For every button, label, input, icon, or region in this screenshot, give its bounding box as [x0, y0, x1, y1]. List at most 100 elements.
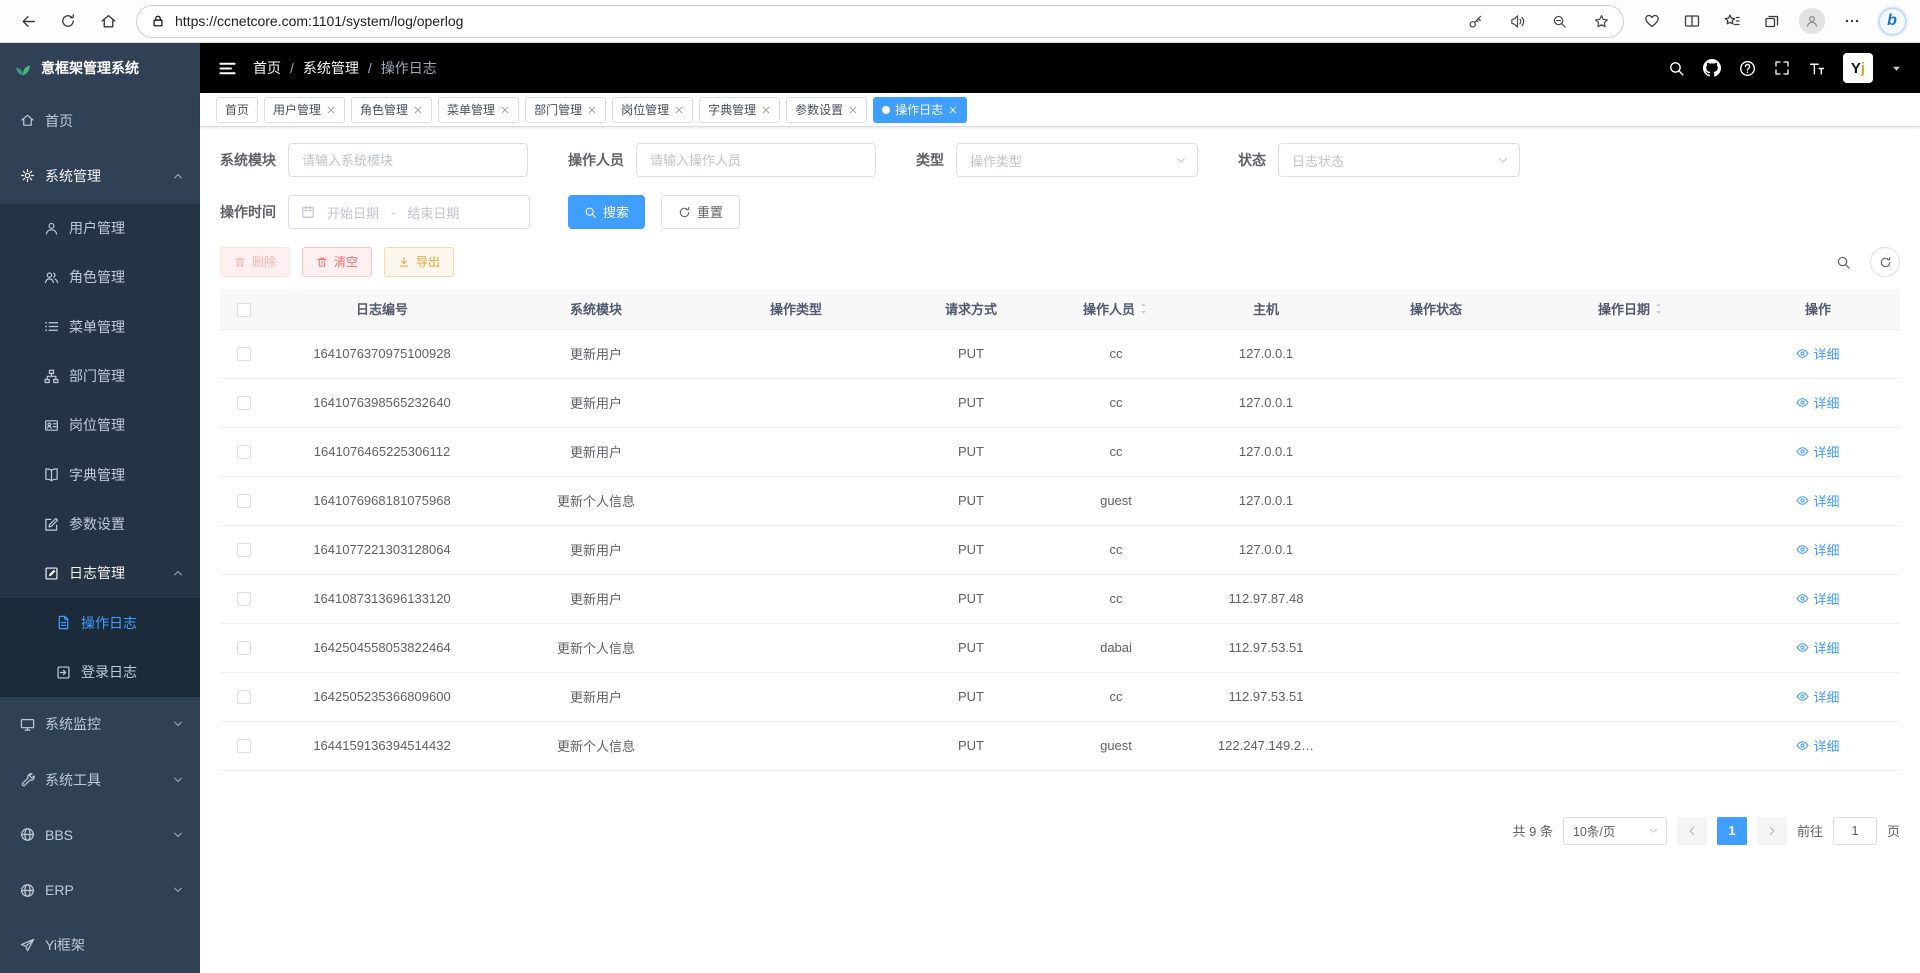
browser-profile-button[interactable]: [1794, 4, 1830, 38]
close-icon[interactable]: [326, 105, 336, 115]
help-button[interactable]: [1739, 60, 1756, 77]
close-icon[interactable]: [948, 105, 958, 115]
page-number-button[interactable]: 1: [1717, 817, 1747, 845]
sidebar-item-dict-mgmt[interactable]: 字典管理: [0, 450, 200, 499]
module-filter-input[interactable]: [288, 143, 528, 177]
tab-label: 部门管理: [534, 101, 582, 118]
sidebar-item-login-log[interactable]: 登录日志: [0, 647, 200, 696]
status-select[interactable]: 日志状态: [1278, 143, 1520, 177]
close-icon[interactable]: [674, 105, 684, 115]
collections-button[interactable]: [1754, 4, 1790, 38]
search-button[interactable]: 搜索: [568, 195, 645, 229]
date-range-picker[interactable]: 开始日期 - 结束日期: [288, 195, 530, 229]
reset-button[interactable]: 重置: [661, 195, 740, 229]
table-search-toggle-button[interactable]: [1828, 247, 1858, 277]
detail-link[interactable]: 详细: [1796, 442, 1839, 461]
prev-page-button[interactable]: [1677, 817, 1707, 845]
sidebar-item-dept-mgmt[interactable]: 部门管理: [0, 351, 200, 400]
browser-settings-button[interactable]: [1834, 4, 1870, 38]
tab-role-mgmt[interactable]: 角色管理: [351, 97, 432, 123]
clear-button[interactable]: 清空: [302, 247, 372, 277]
tab-oper-log[interactable]: 操作日志: [873, 97, 967, 123]
close-icon[interactable]: [848, 105, 858, 115]
detail-link[interactable]: 详细: [1796, 589, 1839, 608]
favorites-bar-button[interactable]: [1714, 4, 1750, 38]
detail-link[interactable]: 详细: [1796, 638, 1839, 657]
sidebar-item-user-mgmt[interactable]: 用户管理: [0, 204, 200, 253]
type-select[interactable]: 操作类型: [956, 143, 1198, 177]
sidebar-toggle-button[interactable]: [218, 59, 237, 78]
row-checkbox[interactable]: [237, 494, 251, 508]
browser-back-button[interactable]: [10, 4, 46, 38]
sidebar-item-system-tools[interactable]: 系统工具: [0, 752, 200, 807]
tab-dict-mgmt[interactable]: 字典管理: [699, 97, 780, 123]
breadcrumb-system-mgmt[interactable]: 系统管理: [303, 58, 359, 78]
detail-link[interactable]: 详细: [1796, 736, 1839, 755]
tab-dept-mgmt[interactable]: 部门管理: [525, 97, 606, 123]
sidebar-item-system-monitor[interactable]: 系统监控: [0, 697, 200, 752]
sidebar-item-system-mgmt[interactable]: 系统管理: [0, 148, 200, 203]
page-size-select[interactable]: 10条/页: [1563, 817, 1667, 845]
row-checkbox[interactable]: [237, 592, 251, 606]
address-bar[interactable]: https://ccnetcore.com:1101/system/log/op…: [136, 5, 1624, 38]
next-page-button[interactable]: [1757, 817, 1787, 845]
fullscreen-button[interactable]: [1774, 60, 1790, 76]
user-menu-caret-icon[interactable]: [1891, 63, 1902, 74]
row-checkbox[interactable]: [237, 347, 251, 361]
sort-caret-icon[interactable]: [1653, 302, 1664, 315]
user-avatar-button[interactable]: Yj: [1843, 53, 1873, 83]
detail-link[interactable]: 详细: [1796, 344, 1839, 363]
tab-home[interactable]: 首页: [216, 97, 258, 123]
row-checkbox[interactable]: [237, 739, 251, 753]
row-checkbox[interactable]: [237, 690, 251, 704]
goto-page-input[interactable]: [1833, 817, 1877, 845]
col-operator[interactable]: 操作人员: [1046, 289, 1186, 329]
tab-menu-mgmt[interactable]: 菜单管理: [438, 97, 519, 123]
detail-link[interactable]: 详细: [1796, 540, 1839, 559]
tab-post-mgmt[interactable]: 岗位管理: [612, 97, 693, 123]
table-refresh-button[interactable]: [1870, 247, 1900, 277]
detail-link[interactable]: 详细: [1796, 491, 1839, 510]
zoom-button[interactable]: [1543, 7, 1575, 35]
select-all-checkbox[interactable]: [237, 303, 251, 317]
row-checkbox[interactable]: [237, 396, 251, 410]
split-screen-button[interactable]: [1674, 4, 1710, 38]
browser-home-button[interactable]: [90, 4, 126, 38]
password-key-button[interactable]: [1459, 7, 1491, 35]
sidebar-item-yi-framework[interactable]: Yi框架: [0, 918, 200, 973]
tab-param-settings[interactable]: 参数设置: [786, 97, 867, 123]
delete-button[interactable]: 删除: [220, 247, 290, 277]
github-link-button[interactable]: [1703, 59, 1721, 77]
close-icon[interactable]: [500, 105, 510, 115]
export-button[interactable]: 导出: [384, 247, 454, 277]
sidebar-item-erp[interactable]: ERP: [0, 863, 200, 918]
browser-refresh-button[interactable]: [50, 4, 86, 38]
sidebar-item-log-mgmt[interactable]: 日志管理: [0, 549, 200, 598]
add-favorite-button[interactable]: [1585, 7, 1617, 35]
browser-essentials-button[interactable]: [1634, 4, 1670, 38]
sidebar-item-role-mgmt[interactable]: 角色管理: [0, 253, 200, 302]
sidebar-item-oper-log[interactable]: 操作日志: [0, 598, 200, 647]
sidebar-item-bbs[interactable]: BBS: [0, 807, 200, 862]
sidebar-item-menu-mgmt[interactable]: 菜单管理: [0, 302, 200, 351]
breadcrumb-home[interactable]: 首页: [253, 58, 281, 78]
detail-link[interactable]: 详细: [1796, 393, 1839, 412]
font-size-button[interactable]: [1808, 60, 1825, 77]
close-icon[interactable]: [761, 105, 771, 115]
sidebar-item-home[interactable]: 首页: [0, 93, 200, 148]
close-icon[interactable]: [587, 105, 597, 115]
sidebar-item-param-settings[interactable]: 参数设置: [0, 499, 200, 548]
row-checkbox[interactable]: [237, 543, 251, 557]
header-search-button[interactable]: [1668, 60, 1685, 77]
col-date[interactable]: 操作日期: [1526, 289, 1736, 329]
operator-filter-input[interactable]: [636, 143, 876, 177]
bing-chat-button[interactable]: b: [1874, 4, 1910, 38]
sort-caret-icon[interactable]: [1138, 302, 1149, 315]
detail-link[interactable]: 详细: [1796, 687, 1839, 706]
row-checkbox[interactable]: [237, 641, 251, 655]
read-aloud-button[interactable]: [1501, 7, 1533, 35]
tab-user-mgmt[interactable]: 用户管理: [264, 97, 345, 123]
row-checkbox[interactable]: [237, 445, 251, 459]
close-icon[interactable]: [413, 105, 423, 115]
sidebar-item-post-mgmt[interactable]: 岗位管理: [0, 401, 200, 450]
